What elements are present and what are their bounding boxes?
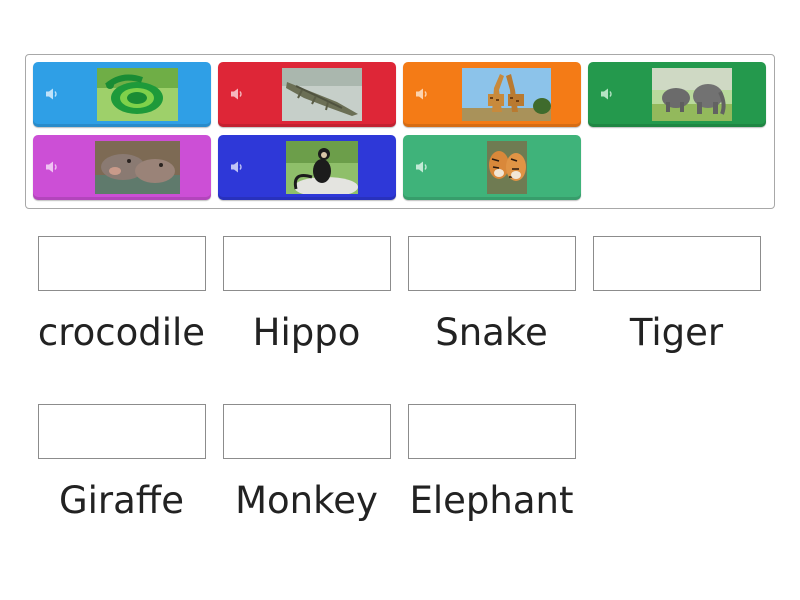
tile-giraffe[interactable] xyxy=(403,62,581,127)
elephant-image xyxy=(652,68,732,121)
drop-slot-crocodile[interactable] xyxy=(38,236,206,291)
tiger-image xyxy=(487,141,527,194)
tile-tiger[interactable] xyxy=(403,135,581,200)
drop-slot-monkey[interactable] xyxy=(223,404,391,459)
speaker-icon[interactable] xyxy=(415,160,431,174)
drop-slot-elephant[interactable] xyxy=(408,404,576,459)
crocodile-image xyxy=(282,68,362,121)
target-label-crocodile: crocodile xyxy=(37,311,206,354)
target-label-snake: Snake xyxy=(435,311,548,354)
tile-snake[interactable] xyxy=(33,62,211,127)
target-label-hippo: Hippo xyxy=(252,311,361,354)
tile-monkey[interactable] xyxy=(218,135,396,200)
tile-elephant[interactable] xyxy=(588,62,766,127)
target-label-tiger: Tiger xyxy=(629,311,724,354)
hippo-image xyxy=(95,141,180,194)
tile-hippo[interactable] xyxy=(33,135,211,200)
speaker-icon[interactable] xyxy=(415,87,431,101)
speaker-icon[interactable] xyxy=(600,87,616,101)
target-label-elephant: Elephant xyxy=(409,479,574,522)
drop-slot-snake[interactable] xyxy=(408,236,576,291)
speaker-icon[interactable] xyxy=(45,87,61,101)
speaker-icon[interactable] xyxy=(230,160,246,174)
drop-slot-tiger[interactable] xyxy=(593,236,761,291)
giraffe-image xyxy=(462,68,551,121)
monkey-image xyxy=(286,141,358,194)
target-label-giraffe: Giraffe xyxy=(58,479,185,522)
snake-image xyxy=(97,68,178,121)
speaker-icon[interactable] xyxy=(230,87,246,101)
tile-crocodile[interactable] xyxy=(218,62,396,127)
drop-slot-hippo[interactable] xyxy=(223,236,391,291)
drop-slot-giraffe[interactable] xyxy=(38,404,206,459)
target-label-monkey: Monkey xyxy=(235,479,378,522)
speaker-icon[interactable] xyxy=(45,160,61,174)
